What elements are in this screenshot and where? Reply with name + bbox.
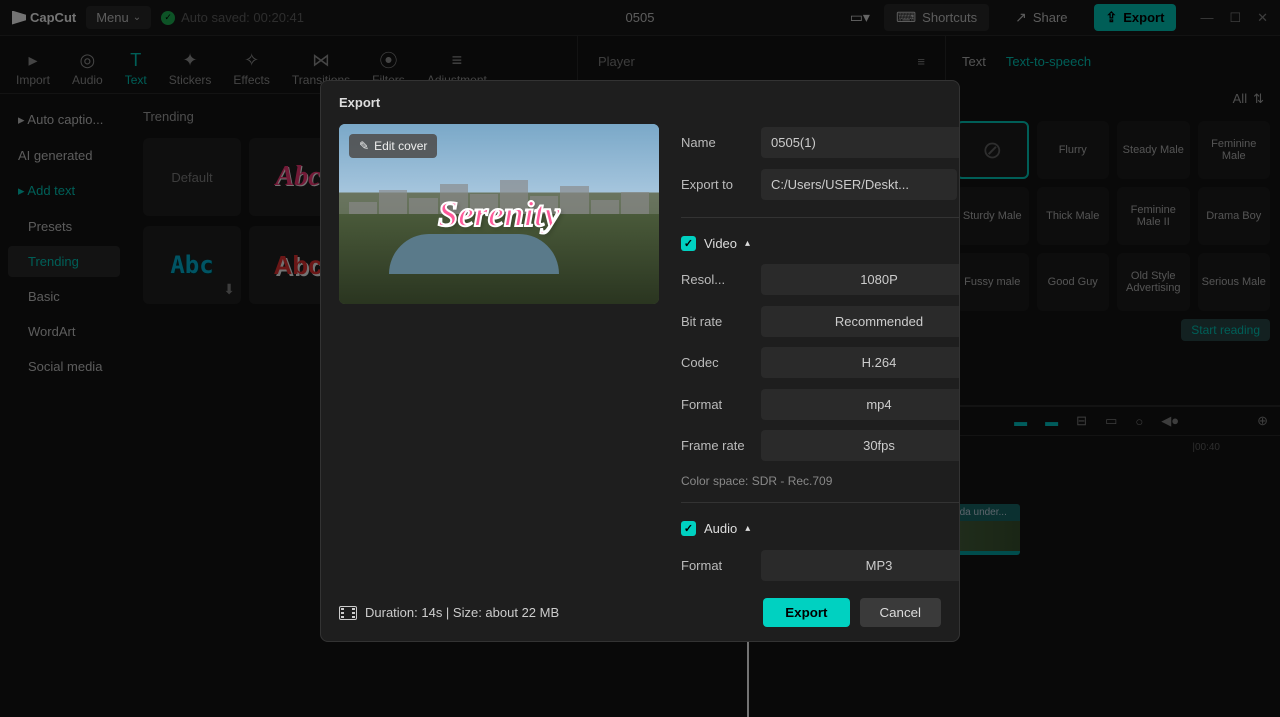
export-modal: Export Serenity ✎ Edit cover Name Export … [320, 80, 960, 642]
duration-info: Duration: 14s | Size: about 22 MB [339, 605, 559, 620]
edit-cover-button[interactable]: ✎ Edit cover [349, 134, 437, 158]
pencil-icon: ✎ [359, 139, 369, 153]
row-format: Formatmp4 [681, 385, 959, 423]
label-name: Name [681, 135, 761, 150]
export-form: Name Export to 🗀 ✓ Video ▴ Resol...1080P… [681, 124, 959, 584]
label-bitrate: Bit rate [681, 314, 761, 329]
audio-section-head[interactable]: ✓ Audio ▴ [681, 521, 959, 536]
cover-preview: Serenity ✎ Edit cover [339, 124, 659, 304]
export-confirm-button[interactable]: Export [763, 598, 849, 627]
select-fps[interactable]: 30fps [761, 430, 959, 461]
audio-section-label: Audio [704, 521, 737, 536]
preview-text: Serenity [438, 193, 560, 235]
select-format[interactable]: mp4 [761, 389, 959, 420]
preview-column: Serenity ✎ Edit cover [339, 124, 659, 584]
collapse-icon[interactable]: ▴ [745, 523, 750, 534]
row-resolution: Resol...1080P [681, 261, 959, 299]
modal-footer: Duration: 14s | Size: about 22 MB Export… [321, 584, 959, 641]
video-section-head[interactable]: ✓ Video ▴ [681, 236, 959, 251]
checkbox-video[interactable]: ✓ [681, 236, 696, 251]
video-section-label: Video [704, 236, 737, 251]
row-aformat: FormatMP3 [681, 546, 959, 584]
select-resolution[interactable]: 1080P [761, 264, 959, 295]
row-codec: CodecH.264 [681, 344, 959, 382]
select-bitrate[interactable]: Recommended [761, 306, 959, 337]
row-fps: Frame rate30fps [681, 427, 959, 465]
row-export-to: Export to 🗀 [681, 166, 959, 204]
modal-body: Serenity ✎ Edit cover Name Export to 🗀 ✓ … [321, 124, 959, 584]
collapse-icon[interactable]: ▴ [745, 238, 750, 249]
cancel-button[interactable]: Cancel [860, 598, 942, 627]
film-icon [339, 606, 357, 620]
label-fps: Frame rate [681, 438, 761, 453]
input-name[interactable] [761, 127, 959, 158]
label-aformat: Format [681, 558, 761, 573]
row-name: Name [681, 124, 959, 162]
label-codec: Codec [681, 355, 761, 370]
label-exportto: Export to [681, 177, 761, 192]
select-codec[interactable]: H.264 [761, 347, 959, 378]
select-aformat[interactable]: MP3 [761, 550, 959, 581]
row-bitrate: Bit rateRecommended [681, 302, 959, 340]
input-exportto[interactable] [761, 169, 957, 200]
checkbox-audio[interactable]: ✓ [681, 521, 696, 536]
duration-text: Duration: 14s | Size: about 22 MB [365, 605, 559, 620]
colorspace-text: Color space: SDR - Rec.709 [681, 474, 959, 488]
label-resolution: Resol... [681, 272, 761, 287]
edit-cover-label: Edit cover [374, 139, 427, 153]
modal-title: Export [321, 81, 959, 124]
label-format: Format [681, 397, 761, 412]
